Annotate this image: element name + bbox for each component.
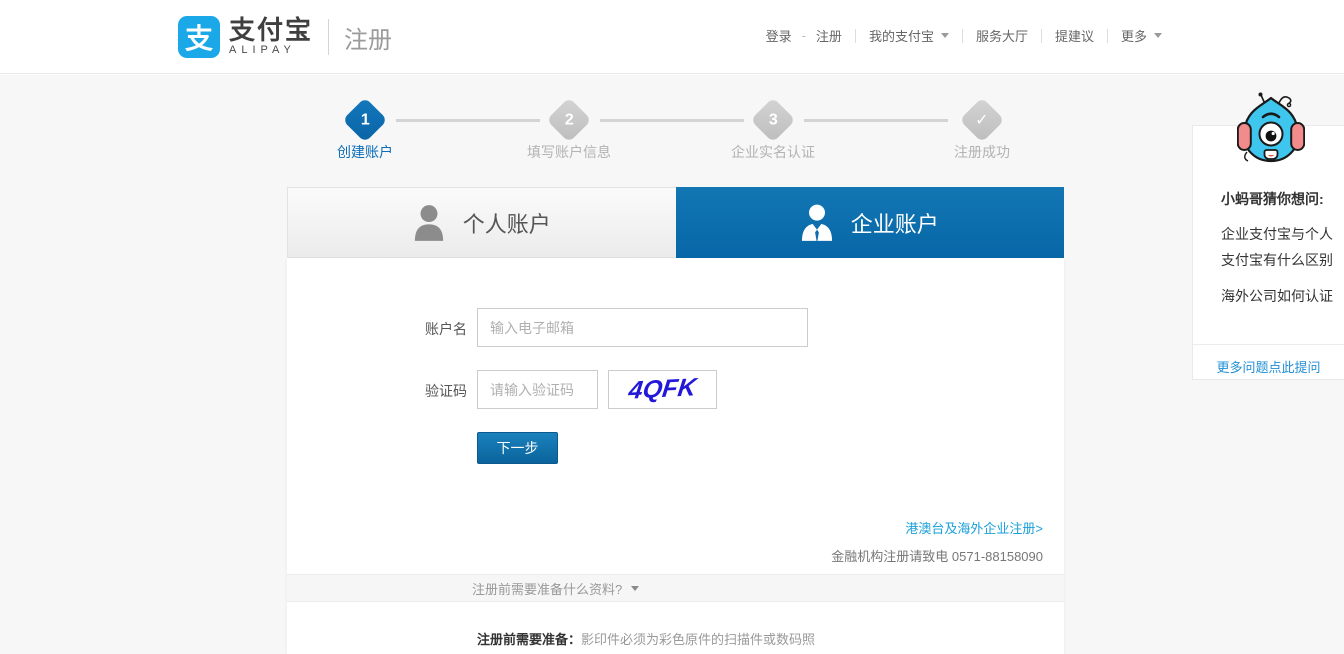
- brand-name-latin: ALIPAY: [229, 44, 296, 56]
- captcha-image[interactable]: 4QFK: [608, 370, 717, 409]
- nav-more[interactable]: 更多: [1121, 26, 1162, 45]
- help-question-1[interactable]: 企业支付宝与个人 支付宝有什么区别: [1221, 221, 1333, 273]
- mascot-icon: [1237, 92, 1305, 163]
- nav-dash: -: [801, 28, 806, 43]
- top-nav: 登录 - 注册 我的支付宝 服务大厅 提建议 更多: [766, 26, 1162, 45]
- business-person-icon: [801, 204, 832, 241]
- chevron-down-icon: [631, 585, 640, 591]
- help-question-2[interactable]: 海外公司如何认证: [1221, 286, 1333, 306]
- nav-more-label: 更多: [1120, 29, 1147, 44]
- captcha-characters: 4QFK: [627, 373, 698, 405]
- register-panel: 个人账户 企业账户 账户名 验证码 4QFK 下一步: [287, 187, 1064, 654]
- help-divider: [1193, 344, 1344, 345]
- captcha-input[interactable]: [477, 370, 598, 409]
- overseas-register-link[interactable]: 港澳台及海外企业注册>: [905, 518, 1043, 537]
- help-question-1-line1: 企业支付宝与个人: [1221, 226, 1333, 242]
- prep-note-label: 注册前需要准备：: [477, 632, 582, 647]
- accordion-question: 注册前需要准备什么资料?: [472, 581, 623, 597]
- nav-separator: [1040, 28, 1042, 43]
- alipay-register-page: 支 支付宝 ALIPAY 注册 登录 - 注册 我的支付宝 服务大厅 提建议 更…: [0, 0, 1344, 654]
- person-icon: [414, 204, 443, 241]
- help-question-1-line2: 支付宝有什么区别: [1221, 252, 1333, 268]
- help-title: 小蚂哥猜你想问:: [1221, 191, 1324, 207]
- nav-separator: [854, 28, 856, 43]
- chevron-down-icon: [940, 33, 949, 38]
- nav-login[interactable]: 登录: [766, 26, 792, 45]
- check-icon: ✓: [975, 112, 989, 129]
- logo-divider: [328, 19, 330, 55]
- chevron-down-icon: [1154, 33, 1162, 38]
- nav-suggest[interactable]: 提建议: [1055, 26, 1094, 45]
- prep-materials-accordion[interactable]: 注册前需要准备什么资料?: [287, 574, 1064, 602]
- step-1-label: 创建账户: [337, 144, 393, 160]
- finance-phone-note: 金融机构注册请致电 0571-88158090: [831, 549, 1043, 564]
- top-header: 支 支付宝 ALIPAY 注册 登录 - 注册 我的支付宝 服务大厅 提建议 更…: [0, 0, 1344, 74]
- step-2-number: 2: [564, 111, 574, 128]
- tab-enterprise-label: 企业账户: [850, 211, 939, 237]
- page-title: 注册: [344, 26, 393, 54]
- tab-enterprise-account[interactable]: 企业账户: [675, 187, 1064, 268]
- account-name-label: 账户名: [425, 321, 467, 337]
- step-3-number: 3: [768, 111, 778, 128]
- account-email-input[interactable]: [477, 308, 808, 347]
- nav-my-alipay-label: 我的支付宝: [868, 29, 934, 44]
- nav-my-alipay[interactable]: 我的支付宝: [869, 26, 949, 45]
- captcha-label: 验证码: [425, 383, 467, 399]
- nav-register[interactable]: 注册: [816, 26, 842, 45]
- brand-text: 支付宝 ALIPAY: [229, 17, 313, 57]
- step-connector: [804, 119, 948, 122]
- alipay-logo[interactable]: 支 支付宝 ALIPAY 注册: [178, 15, 392, 59]
- alipay-logo-icon: 支: [178, 16, 220, 58]
- step-connector: [600, 119, 744, 122]
- nav-service-hall[interactable]: 服务大厅: [976, 26, 1028, 45]
- more-questions-link[interactable]: 更多问题点此提问: [1193, 357, 1344, 376]
- step-2-label: 填写账户信息: [527, 144, 611, 160]
- nav-separator: [961, 28, 963, 43]
- next-step-button[interactable]: 下一步: [477, 432, 558, 464]
- step-3-label: 企业实名认证: [731, 144, 815, 160]
- account-type-tabs: 个人账户 企业账户: [287, 187, 1064, 268]
- enterprise-register-form: 账户名 验证码 4QFK 下一步 港澳台及海外企业注册> 金融机构注册请致电 0…: [287, 258, 1064, 654]
- prep-note-text: 影印件必须为彩色原件的扫描件或数码照: [581, 632, 816, 647]
- tab-personal-label: 个人账户: [462, 211, 551, 237]
- step-4-label: 注册成功: [954, 144, 1010, 160]
- brand-name: 支付宝: [229, 15, 314, 45]
- step-connector: [396, 119, 540, 122]
- nav-separator: [1106, 28, 1108, 43]
- step-1-number: 1: [360, 111, 370, 128]
- tab-personal-account[interactable]: 个人账户: [287, 187, 676, 258]
- prep-note: 注册前需要准备：影印件必须为彩色原件的扫描件或数码照: [477, 629, 815, 648]
